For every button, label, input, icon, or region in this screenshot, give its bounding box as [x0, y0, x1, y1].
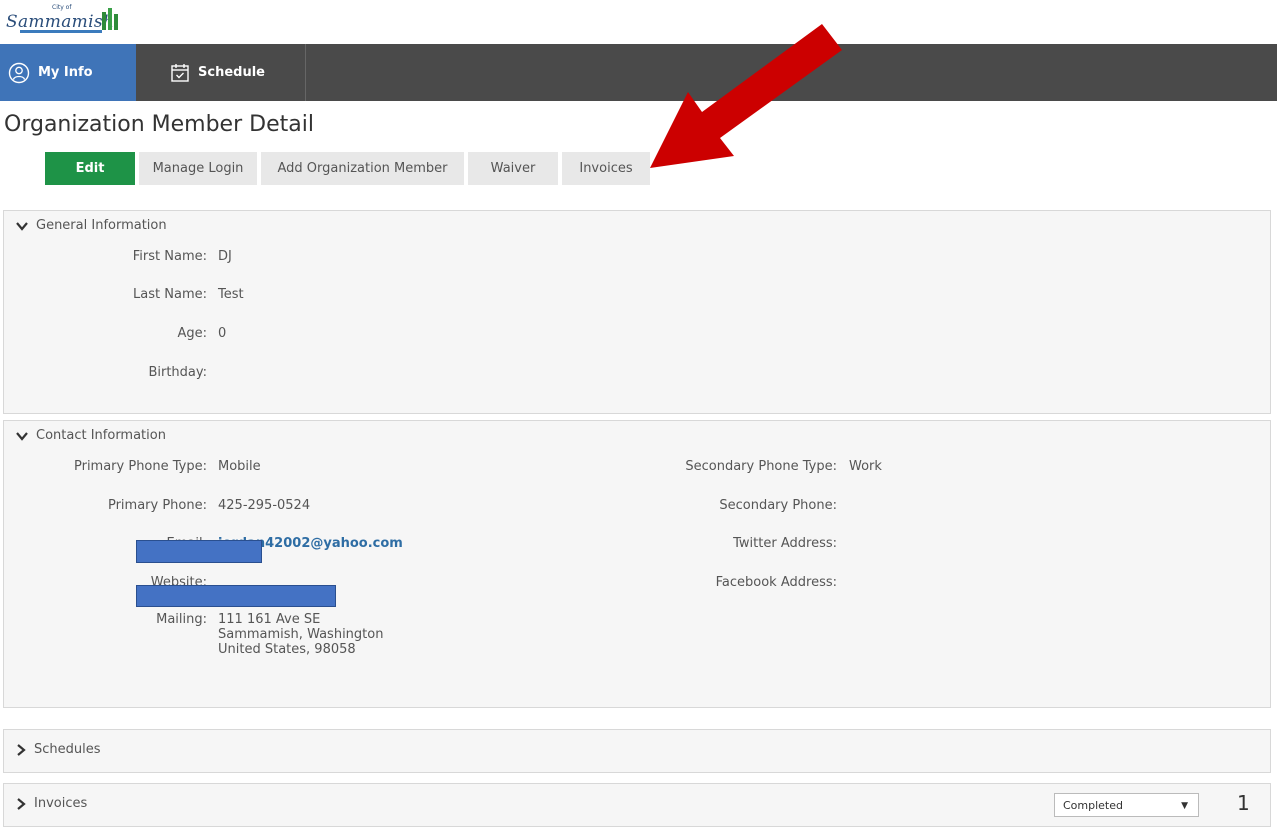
- logo-city-of: City of: [52, 4, 72, 11]
- edit-button[interactable]: Edit: [45, 152, 135, 185]
- facebook-address-label: Facebook Address:: [715, 575, 837, 590]
- schedules-header[interactable]: Schedules: [16, 742, 101, 757]
- twitter-address-label: Twitter Address:: [733, 536, 837, 551]
- secondary-phone-label: Secondary Phone:: [719, 498, 837, 513]
- birthday-label: Birthday:: [148, 365, 207, 380]
- secondary-phone-type-value: Work: [849, 459, 882, 474]
- mailing-line-2: Sammamish, Washington: [218, 627, 384, 642]
- primary-phone-type-value: Mobile: [218, 459, 261, 474]
- invoices-page-number[interactable]: 1: [1237, 791, 1250, 815]
- chevron-right-icon: [17, 743, 26, 756]
- general-information-header[interactable]: General Information: [16, 218, 167, 233]
- primary-phone-type-label: Primary Phone Type:: [73, 459, 207, 474]
- nav-schedule[interactable]: Schedule: [136, 44, 306, 101]
- primary-phone-label: Primary Phone:: [107, 498, 207, 513]
- manage-login-button[interactable]: Manage Login: [139, 152, 257, 185]
- invoices-title: Invoices: [34, 796, 88, 811]
- age-label: Age:: [177, 326, 207, 341]
- invoice-status-value: Completed: [1063, 798, 1123, 812]
- secondary-phone-type-label: Secondary Phone Type:: [685, 459, 837, 474]
- chevron-down-icon: [16, 221, 28, 231]
- chevron-right-icon: [17, 797, 26, 810]
- contact-information-header[interactable]: Contact Information: [16, 428, 166, 443]
- invoice-status-select[interactable]: Completed ▼: [1054, 793, 1199, 817]
- mailing-line-1: 111 161 Ave SE: [218, 612, 321, 627]
- dropdown-caret-icon: ▼: [1181, 801, 1188, 811]
- logo-underline: [20, 30, 102, 33]
- user-circle-icon: [8, 62, 30, 83]
- invoices-panel: Invoices Completed ▼ 1: [3, 783, 1271, 827]
- age-value: 0: [218, 326, 227, 341]
- primary-phone-value: 425-295-0524: [218, 498, 311, 513]
- general-information-panel: General Information First Name: DJ Last …: [3, 210, 1271, 414]
- last-name-label: Last Name:: [133, 287, 207, 302]
- nav-my-info[interactable]: My Info: [0, 44, 136, 101]
- invoices-button[interactable]: Invoices: [562, 152, 650, 185]
- redaction-box: [136, 585, 336, 607]
- first-name-value: DJ: [218, 249, 232, 264]
- general-information-title: General Information: [36, 218, 167, 233]
- nav-schedule-label: Schedule: [198, 65, 265, 80]
- city-logo[interactable]: City of Sammamish: [4, 2, 118, 36]
- top-nav: My Info Schedule: [0, 44, 1277, 101]
- last-name-value: Test: [218, 287, 244, 302]
- page-title: Organization Member Detail: [4, 112, 314, 137]
- schedules-panel: Schedules: [3, 729, 1271, 773]
- calendar-check-icon: [171, 63, 189, 82]
- contact-information-title: Contact Information: [36, 428, 166, 443]
- waiver-button[interactable]: Waiver: [468, 152, 558, 185]
- add-organization-member-button[interactable]: Add Organization Member: [261, 152, 464, 185]
- redaction-box: [136, 540, 262, 563]
- first-name-label: First Name:: [132, 249, 207, 264]
- mailing-address: 111 161 Ave SE Sammamish, Washington Uni…: [218, 612, 383, 657]
- mailing-label: Mailing:: [156, 612, 207, 627]
- nav-my-info-label: My Info: [38, 65, 93, 80]
- trees-icon: [102, 8, 118, 30]
- schedules-title: Schedules: [34, 742, 101, 757]
- mailing-line-3: United States, 98058: [218, 642, 356, 657]
- logo-name: Sammamish: [6, 12, 115, 32]
- chevron-down-icon: [16, 431, 28, 441]
- invoices-header[interactable]: Invoices: [16, 796, 87, 811]
- annotation-arrow-icon: [650, 24, 842, 168]
- contact-information-panel: Contact Information Primary Phone Type: …: [3, 420, 1271, 708]
